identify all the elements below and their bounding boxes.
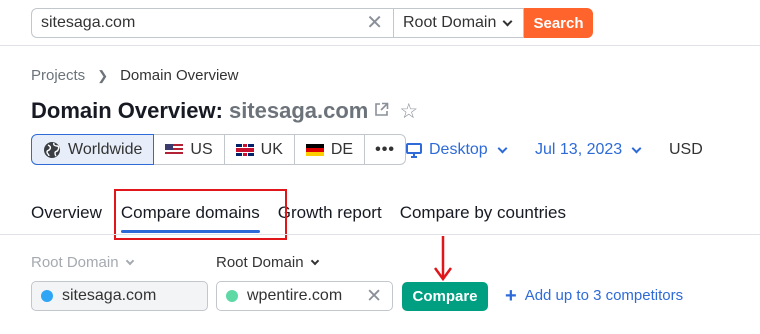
breadcrumb-projects[interactable]: Projects — [31, 67, 85, 84]
annotation-highlight-box — [114, 189, 287, 240]
scope-2-label: Root Domain — [216, 254, 304, 271]
globe-icon — [44, 141, 60, 158]
flag-uk-icon — [235, 143, 254, 156]
domain-2-value: wpentire.com — [247, 287, 343, 304]
chevron-down-icon — [125, 256, 134, 266]
domain-2-color-dot — [226, 290, 238, 302]
region-us-button[interactable]: US — [153, 134, 225, 165]
domain-1-field: sitesaga.com — [31, 281, 208, 311]
search-button[interactable]: Search — [524, 8, 593, 38]
add-competitors-link[interactable]: + Add up to 3 competitors — [505, 284, 684, 307]
region-selector: Worldwide US UK DE ••• — [31, 134, 406, 165]
scope-1-label: Root Domain — [31, 254, 119, 271]
currency-value: USD — [669, 141, 703, 158]
plus-icon: + — [505, 284, 517, 307]
domain-1-color-dot — [41, 290, 53, 302]
page-title-prefix: Domain Overview: — [31, 98, 223, 123]
region-label: US — [190, 140, 213, 158]
clear-icon[interactable]: ✕ — [366, 13, 383, 33]
external-link-icon[interactable] — [374, 102, 389, 117]
chevron-down-icon — [497, 143, 508, 153]
chevron-right-icon: ❯ — [97, 67, 109, 83]
currency-label[interactable]: USD — [669, 141, 703, 159]
chevron-down-icon — [502, 16, 513, 26]
search-scope-label: Root Domain — [403, 14, 497, 31]
region-label: DE — [330, 140, 354, 158]
scope-select-2[interactable]: Root Domain — [216, 254, 319, 271]
more-icon: ••• — [375, 140, 395, 158]
breadcrumb: Projects ❯ Domain Overview — [31, 67, 238, 84]
search-input-value: sitesaga.com — [41, 14, 136, 31]
tab-growth-report[interactable]: Growth report — [278, 203, 382, 223]
page-title: Domain Overview: sitesaga.com ☆ — [31, 98, 418, 124]
region-uk-button[interactable]: UK — [223, 134, 295, 165]
date-label: Jul 13, 2023 — [535, 141, 623, 158]
device-select[interactable]: Desktop — [406, 141, 508, 159]
region-de-button[interactable]: DE — [293, 134, 366, 165]
region-worldwide-button[interactable]: Worldwide — [31, 134, 155, 165]
annotation-arrow — [433, 236, 453, 282]
clear-icon[interactable]: ✕ — [366, 285, 382, 308]
header-divider — [0, 45, 760, 46]
flag-us-icon — [165, 143, 184, 156]
tab-overview[interactable]: Overview — [31, 203, 102, 223]
chevron-down-icon — [310, 256, 319, 266]
region-label: Worldwide — [68, 140, 143, 158]
flag-de-icon — [305, 143, 324, 156]
domain-2-field[interactable]: wpentire.com ✕ — [216, 281, 393, 311]
tabs-divider — [0, 234, 760, 235]
search-input[interactable]: sitesaga.com ✕ — [31, 8, 393, 38]
region-label: UK — [260, 140, 283, 158]
domain-1-value: sitesaga.com — [62, 287, 157, 304]
more-regions-button[interactable]: ••• — [364, 134, 406, 165]
add-competitors-label: Add up to 3 competitors — [524, 287, 684, 304]
chevron-down-icon — [631, 143, 642, 153]
breadcrumb-current: Domain Overview — [120, 67, 239, 84]
device-label: Desktop — [429, 141, 488, 158]
star-icon[interactable]: ☆ — [399, 99, 418, 124]
desktop-icon — [406, 142, 422, 158]
search-scope-select[interactable]: Root Domain — [393, 8, 524, 38]
page-title-domain[interactable]: sitesaga.com — [229, 98, 368, 124]
scope-select-1: Root Domain — [31, 254, 134, 271]
tab-compare-by-countries[interactable]: Compare by countries — [400, 203, 566, 223]
date-select[interactable]: Jul 13, 2023 — [535, 141, 642, 159]
search-bar: sitesaga.com ✕ Root Domain Search — [31, 8, 593, 38]
compare-button[interactable]: Compare — [402, 282, 488, 311]
